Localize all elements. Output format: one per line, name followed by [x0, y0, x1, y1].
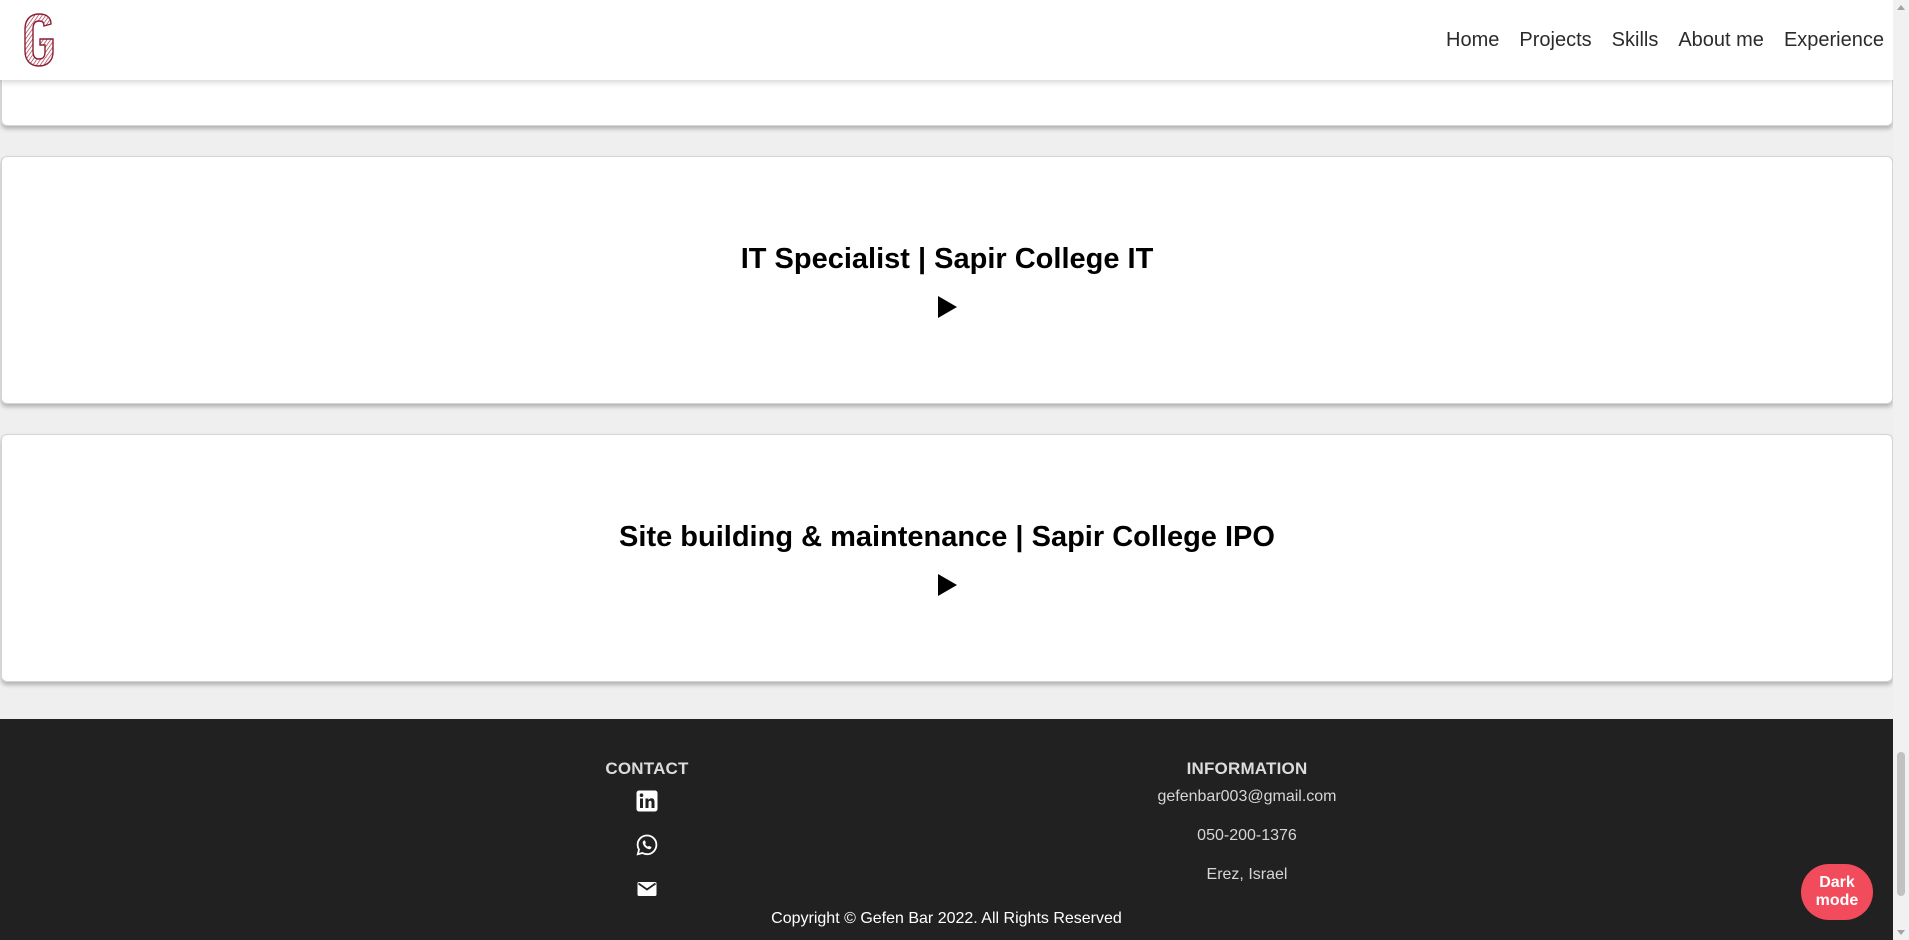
- navbar: Home Projects Skills About me Experience: [0, 0, 1893, 80]
- scroll-down-arrow-icon[interactable]: [1897, 930, 1905, 935]
- main-nav: Home Projects Skills About me Experience: [1426, 0, 1884, 80]
- page: Home Projects Skills About me Experience…: [0, 0, 1893, 940]
- footer: CONTACT INFORMATION gefenbar003@gmail.co…: [0, 719, 1893, 940]
- nav-about-me[interactable]: About me: [1678, 29, 1764, 52]
- scrollbar-thumb[interactable]: [1897, 752, 1905, 896]
- nav-experience[interactable]: Experience: [1784, 29, 1884, 52]
- page-scrollbar[interactable]: [1893, 0, 1909, 940]
- nav-projects[interactable]: Projects: [1519, 29, 1591, 52]
- information-heading: INFORMATION: [1186, 759, 1308, 778]
- experience-title: Site building & maintenance | Sapir Coll…: [619, 520, 1275, 553]
- nav-home[interactable]: Home: [1446, 29, 1499, 52]
- experience-card: Site building & maintenance | Sapir Coll…: [1, 434, 1893, 682]
- experience-card: IT Specialist | Sapir College IT: [1, 156, 1893, 404]
- contact-heading: CONTACT: [605, 759, 689, 778]
- copyright-text: Copyright © Gefen Bar 2022. All Rights R…: [771, 910, 1122, 927]
- footer-contact: CONTACT: [604, 759, 690, 901]
- location-text: Erez, Israel: [1206, 866, 1288, 883]
- linkedin-icon[interactable]: [635, 789, 659, 813]
- whatsapp-icon[interactable]: [635, 833, 659, 857]
- expand-play-icon[interactable]: [937, 295, 957, 318]
- scroll-up-arrow-icon[interactable]: [1897, 5, 1905, 10]
- nav-skills[interactable]: Skills: [1612, 29, 1659, 52]
- dark-mode-button[interactable]: Dark mode: [1801, 864, 1873, 920]
- mail-icon[interactable]: [635, 877, 659, 901]
- email-text[interactable]: gefenbar003@gmail.com: [1097, 788, 1397, 806]
- phone-text[interactable]: 050-200-1376: [1097, 827, 1397, 845]
- logo-icon[interactable]: [22, 12, 56, 68]
- footer-information: INFORMATION gefenbar003@gmail.com 050-20…: [1097, 759, 1397, 884]
- experience-title: IT Specialist | Sapir College IT: [740, 242, 1154, 275]
- dark-mode-label: Dark mode: [1815, 874, 1859, 909]
- expand-play-icon[interactable]: [937, 573, 957, 596]
